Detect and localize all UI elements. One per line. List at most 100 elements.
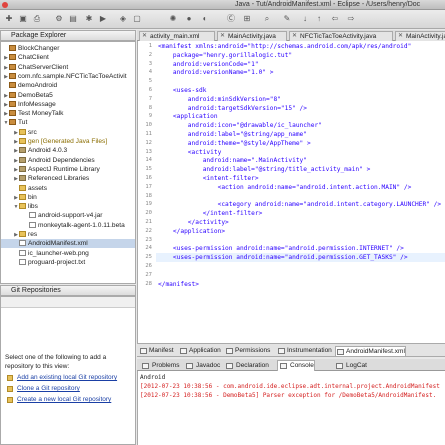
file-icon bbox=[19, 249, 26, 256]
package-explorer-tree[interactable]: BlockChanger ▶ ChatClient ▶ ChatServerClient… bbox=[0, 41, 136, 284]
code-line[interactable]: <uses-permission android:name="android.p… bbox=[158, 254, 408, 261]
debug-icon[interactable]: ✱ bbox=[84, 14, 94, 24]
tree-item[interactable]: ▶ bin bbox=[1, 193, 135, 202]
console-tab[interactable]: Javadoc bbox=[183, 360, 221, 371]
tree-item[interactable]: ▶ ChatServerClient bbox=[1, 63, 135, 72]
tree-item[interactable]: android-support-v4.jar bbox=[1, 211, 135, 220]
editor-tab[interactable]: ✕ NFCTicTacToeActivity.java bbox=[289, 31, 393, 41]
code-line[interactable]: <intent-filter> bbox=[158, 175, 259, 182]
git-link-add-existing[interactable]: Add an existing local Git repository bbox=[7, 374, 117, 381]
editor-tab[interactable]: ✕MainActivity.java bbox=[395, 31, 445, 41]
code-line[interactable]: android:versionCode="1" bbox=[158, 61, 259, 68]
code-line[interactable]: android:targetSdkVersion="15" /> bbox=[158, 105, 307, 112]
manifest-tab[interactable]: Permissions bbox=[225, 346, 270, 356]
code-line[interactable]: android:label="@string/app_name" bbox=[158, 131, 307, 138]
git-repositories-header[interactable]: Git Repositories bbox=[0, 285, 136, 296]
code-line[interactable]: </intent-filter> bbox=[158, 210, 263, 217]
print-icon[interactable]: ⎙ bbox=[32, 14, 42, 24]
code-line[interactable]: android:versionName="1.0" > bbox=[158, 69, 274, 76]
folder-icon bbox=[19, 184, 26, 191]
new-icon[interactable]: ✚ bbox=[4, 14, 14, 24]
close-tab-icon[interactable]: ✕ bbox=[398, 32, 403, 41]
tree-item[interactable]: proguard-project.txt bbox=[1, 258, 135, 267]
manifest-tab[interactable]: Manifest bbox=[139, 346, 174, 356]
open-type-icon[interactable]: ⊞ bbox=[242, 14, 252, 24]
android-sdk-icon[interactable]: ◈ bbox=[118, 14, 128, 24]
console-tab[interactable]: Problems bbox=[139, 360, 180, 371]
code-line[interactable]: </application> bbox=[158, 228, 225, 235]
close-tab-icon[interactable]: ✕ bbox=[220, 32, 225, 41]
package-explorer-header[interactable]: Package Explorer bbox=[0, 30, 136, 41]
code-line[interactable]: android:icon="@drawable/ic_launcher" bbox=[158, 122, 322, 129]
tree-item[interactable]: ▶ AspectJ Runtime Library bbox=[1, 165, 135, 174]
code-line[interactable]: </manifest> bbox=[158, 281, 199, 288]
forward-icon[interactable]: ⇨ bbox=[346, 14, 356, 24]
code-line[interactable]: </activity> bbox=[158, 219, 229, 226]
tree-item[interactable]: ▼ libs bbox=[1, 202, 135, 211]
code-line[interactable]: <action android:name="android.intent.act… bbox=[158, 184, 412, 191]
manifest-tab[interactable]: AndroidManifest.xml bbox=[335, 346, 406, 356]
code-line[interactable]: package="henry.gorillalogic.tut" bbox=[158, 52, 292, 59]
close-window-icon[interactable] bbox=[2, 2, 8, 8]
code-line[interactable]: android:theme="@style/AppTheme" > bbox=[158, 140, 311, 147]
tree-item-label: ChatClient bbox=[18, 54, 49, 62]
close-tab-icon[interactable]: ✕ bbox=[292, 32, 297, 41]
code-line[interactable]: android:name=".MainActivity" bbox=[158, 157, 307, 164]
repository-icon bbox=[7, 386, 13, 392]
git-link-clone[interactable]: Clone a Git repository bbox=[7, 385, 80, 392]
manifest-tab[interactable]: Application bbox=[179, 346, 221, 356]
tools-icon[interactable]: ▤ bbox=[68, 14, 78, 24]
run-icon[interactable]: ▶ bbox=[98, 14, 108, 24]
code-line[interactable]: <activity bbox=[158, 149, 222, 156]
tree-item[interactable]: assets bbox=[1, 184, 135, 193]
back-icon[interactable]: ⇦ bbox=[330, 14, 340, 24]
tree-item[interactable]: BlockChanger bbox=[1, 44, 135, 53]
code-editor[interactable]: 1 <manifest xmlns:android="http://schemas… bbox=[137, 41, 445, 343]
tree-item[interactable]: monkeytalk-agent-1.0.11.beta bbox=[1, 221, 135, 230]
code-line[interactable]: android:minSdkVersion="8" bbox=[158, 96, 281, 103]
tree-item[interactable]: ▶ Test MoneyTalk bbox=[1, 109, 135, 118]
tree-item[interactable]: ▼ Tut bbox=[1, 118, 135, 127]
code-line[interactable]: android:label="@string/title_activity_ma… bbox=[158, 166, 371, 173]
code-line[interactable]: <category android:name="android.intent.c… bbox=[158, 201, 442, 208]
debug-run-icon[interactable]: ✺ bbox=[168, 14, 178, 24]
code-line[interactable]: <application bbox=[158, 113, 218, 120]
file-icon bbox=[29, 221, 36, 228]
tree-item[interactable]: demoAndroid bbox=[1, 81, 135, 90]
editor-tab[interactable]: ✕ activity_main.xml bbox=[139, 31, 215, 41]
next-annotation-icon[interactable]: ↓ bbox=[300, 14, 310, 24]
tree-item[interactable]: ▶ ChatClient bbox=[1, 53, 135, 62]
console-view[interactable]: Android [2012-07-23 10:38:56 - com.andro… bbox=[137, 371, 445, 445]
save-icon[interactable]: ▣ bbox=[18, 14, 28, 24]
tree-item[interactable]: ▶ Referenced Libraries bbox=[1, 174, 135, 183]
prev-annotation-icon[interactable]: ↑ bbox=[314, 14, 324, 24]
close-tab-icon[interactable]: ✕ bbox=[142, 32, 147, 41]
avd-icon[interactable]: ▢ bbox=[132, 14, 142, 24]
tree-item[interactable]: ▶ Android 4.0.3 bbox=[1, 146, 135, 155]
tree-item[interactable]: ic_launcher-web.png bbox=[1, 249, 135, 258]
tree-item[interactable]: ▶ InfoMessage bbox=[1, 100, 135, 109]
run-button-icon[interactable]: ● bbox=[184, 14, 194, 24]
tree-item[interactable]: ▶ res bbox=[1, 230, 135, 239]
tree-item[interactable]: ▶ com.nfc.sample.NFCTicTacToeActivit bbox=[1, 72, 135, 81]
code-line[interactable]: <manifest xmlns:android="http://schemas.… bbox=[158, 43, 411, 50]
search-icon[interactable]: ⌕ bbox=[262, 14, 272, 24]
manifest-tab[interactable]: Instrumentation bbox=[277, 346, 332, 356]
console-tab[interactable]: Declaration bbox=[223, 360, 270, 371]
editor-tab[interactable]: ✕MainActivity.java bbox=[217, 31, 287, 41]
new-class-icon[interactable]: Ⓒ bbox=[226, 14, 236, 24]
tree-item[interactable]: ▶ DemoBeta5 bbox=[1, 91, 135, 100]
tree-item[interactable]: ▶ gen [Generated Java Files] bbox=[1, 137, 135, 146]
tree-item[interactable]: ▶ Android Dependencies bbox=[1, 156, 135, 165]
external-tools-icon[interactable]: ◐ bbox=[200, 14, 210, 24]
console-tab[interactable]: Console bbox=[277, 360, 315, 371]
code-line[interactable]: <uses-sdk bbox=[158, 87, 207, 94]
build-icon[interactable]: ⚙ bbox=[54, 14, 64, 24]
annotation-icon[interactable]: ✎ bbox=[282, 14, 292, 24]
console-tab[interactable]: LogCat bbox=[333, 360, 368, 371]
tree-item[interactable]: ▶ src bbox=[1, 128, 135, 137]
git-link-create-new[interactable]: Create a new local Git repository bbox=[7, 396, 111, 403]
tree-item[interactable]: AndroidManifest.xml bbox=[1, 239, 135, 249]
tree-item-label: android-support-v4.jar bbox=[38, 212, 103, 220]
code-line[interactable]: <uses-permission android:name="android.p… bbox=[158, 245, 404, 252]
